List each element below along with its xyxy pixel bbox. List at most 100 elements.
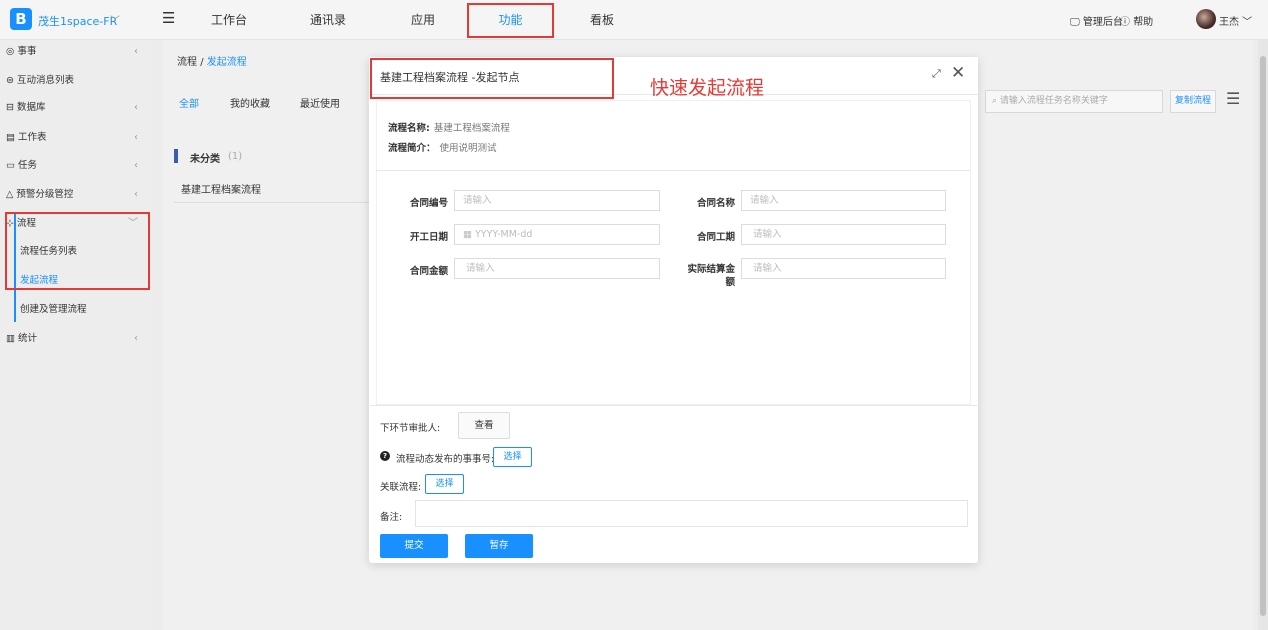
note-label: 备注: xyxy=(380,512,403,523)
start-date-label: 开工日期 xyxy=(409,232,448,243)
tab-favorites[interactable]: 我的收藏 xyxy=(230,95,270,110)
breadcrumb: 流程 / 发起流程 xyxy=(177,53,247,68)
breadcrumb-root[interactable]: 流程 xyxy=(177,57,197,68)
label-line: 实际结算金 xyxy=(687,264,735,275)
message-icon: ⊜ xyxy=(6,75,17,86)
sidebar-item-stats[interactable]: ▥ 统计 ‹ xyxy=(0,327,150,356)
contract-amount-input[interactable]: 请输入 xyxy=(454,258,660,279)
question-circle-icon: ⓘ xyxy=(1120,17,1134,28)
contract-no-input[interactable]: 请输入 xyxy=(454,190,660,211)
chevron-left-icon: ‹ xyxy=(134,132,138,143)
sidebar-item-label: 数据库 xyxy=(16,102,46,113)
view-approver-button[interactable]: 查看 xyxy=(458,412,510,439)
contract-period-input[interactable]: 请输入 xyxy=(741,224,946,245)
events-icon: ◎ xyxy=(6,46,18,57)
copy-process-button[interactable]: 复制流程 xyxy=(1170,90,1216,113)
sidebar-item-manage-process[interactable]: 创建及管理流程 xyxy=(0,298,150,327)
annotation-text: 快速发起流程 xyxy=(650,77,765,99)
select-event-button[interactable]: 选择 xyxy=(493,447,532,467)
category-count: (1) xyxy=(228,151,243,162)
search-placeholder: 请输入流程任务名称关键字 xyxy=(999,96,1108,106)
select-related-button[interactable]: 选择 xyxy=(425,474,464,494)
admin-link[interactable]: 🖵 管理后台 xyxy=(1070,13,1123,28)
sidebar-item-messages[interactable]: ⊜ 互动消息列表 xyxy=(0,69,150,98)
task-icon: ▭ xyxy=(6,160,18,171)
close-icon[interactable]: ✕ xyxy=(951,63,965,83)
nav-board[interactable]: 看板 xyxy=(590,11,614,28)
menu-toggle-icon[interactable]: ☰ xyxy=(162,9,175,27)
start-date-picker[interactable]: ▦ YYYY-MM-dd xyxy=(454,224,660,245)
settlement-amount-label: 实际结算金额 xyxy=(675,263,735,289)
nav-workbench[interactable]: 工作台 xyxy=(211,11,247,28)
avatar[interactable] xyxy=(1196,9,1216,29)
breadcrumb-sep: / xyxy=(200,57,204,68)
expand-icon[interactable]: ⤢ xyxy=(932,67,941,81)
user-name: 王杰 xyxy=(1219,17,1239,28)
date-placeholder: YYYY-MM-dd xyxy=(475,229,533,240)
note-input[interactable] xyxy=(415,500,968,527)
category-title: 未分类 xyxy=(190,154,220,165)
divider xyxy=(174,202,374,203)
search-input[interactable]: ⌕ 请输入流程任务名称关键字 xyxy=(985,90,1163,113)
user-menu[interactable]: 王杰 ﹀ xyxy=(1219,13,1252,28)
sidebar-item-label: 创建及管理流程 xyxy=(20,304,87,315)
process-name-info: 流程名称: 基建工程档案流程 xyxy=(388,120,510,134)
label-line: 额 xyxy=(725,277,735,288)
chevron-left-icon: ‹ xyxy=(134,189,138,200)
highlight-box xyxy=(370,58,614,99)
contract-name-label: 合同名称 xyxy=(696,198,735,209)
sidebar-item-tasks[interactable]: ▭ 任务 ‹ xyxy=(0,154,150,183)
process-desc-key: 流程简介： xyxy=(388,143,436,154)
chart-icon: ▥ xyxy=(6,333,18,344)
tab-all[interactable]: 全部 xyxy=(179,95,199,110)
app-logo[interactable]: B xyxy=(10,8,32,30)
nav-functions-highlight[interactable]: 功能 xyxy=(467,3,554,38)
chevron-left-icon: ‹ xyxy=(134,333,138,344)
nav-apps[interactable]: 应用 xyxy=(411,11,435,28)
nav-functions[interactable]: 功能 xyxy=(469,5,552,36)
monitor-icon: 🖵 xyxy=(1070,17,1083,28)
process-desc-value: 使用说明测试 xyxy=(439,143,497,154)
sidebar-item-worksheet[interactable]: ▤ 工作表 ‹ xyxy=(0,126,150,155)
related-process-label: 关联流程: xyxy=(380,482,422,493)
divider xyxy=(370,405,977,406)
sidebar-item-label: 预警分级管控 xyxy=(16,189,74,200)
worksheet-icon: ▤ xyxy=(6,132,18,143)
chevron-left-icon: ‹ xyxy=(134,46,138,57)
help-link[interactable]: ⓘ 帮助 xyxy=(1120,13,1153,28)
sidebar-item-database[interactable]: ⊟ 数据库 ‹ xyxy=(0,96,150,125)
nav-contacts[interactable]: 通讯录 xyxy=(310,11,346,28)
process-name-key: 流程名称: xyxy=(388,123,430,134)
category-marker xyxy=(174,149,178,163)
admin-label: 管理后台 xyxy=(1082,17,1123,28)
question-icon[interactable]: ? xyxy=(380,451,390,461)
list-view-icon[interactable]: ☰ xyxy=(1226,89,1240,108)
highlight-box xyxy=(5,212,150,290)
contract-amount-label: 合同金额 xyxy=(409,266,448,277)
sidebar-item-label: 任务 xyxy=(18,160,38,171)
sidebar-item-label: 互动消息列表 xyxy=(16,75,74,86)
save-draft-button[interactable]: 暂存 xyxy=(465,534,533,558)
process-desc-info: 流程简介： 使用说明测试 xyxy=(388,140,497,154)
next-approver-label: 下环节审批人: xyxy=(380,423,441,434)
chevron-left-icon: ‹ xyxy=(134,160,138,171)
settlement-amount-input[interactable]: 请输入 xyxy=(741,258,946,279)
contract-no-label: 合同编号 xyxy=(409,198,448,209)
contract-period-label: 合同工期 xyxy=(696,232,735,243)
submit-button[interactable]: 提交 xyxy=(380,534,448,558)
search-icon: ⌕ xyxy=(992,96,1000,106)
help-label: 帮助 xyxy=(1133,17,1154,28)
dynamic-event-label: 流程动态发布的事事号: xyxy=(396,454,495,465)
calendar-icon: ▦ xyxy=(463,229,475,240)
chevron-down-icon[interactable]: ﹀ xyxy=(110,12,120,27)
sidebar-item-events[interactable]: ◎ 事事 ‹ xyxy=(0,40,150,69)
org-switcher[interactable]: 茂生1space-FR xyxy=(38,13,117,29)
sidebar-item-warning[interactable]: △ 预警分级管控 ‹ xyxy=(0,183,150,212)
process-name-value: 基建工程档案流程 xyxy=(433,123,510,134)
scrollbar-thumb[interactable] xyxy=(1260,56,1266,616)
chevron-left-icon: ‹ xyxy=(134,102,138,113)
tab-recent[interactable]: 最近使用 xyxy=(300,95,340,110)
list-item[interactable]: 基建工程档案流程 xyxy=(181,181,261,196)
sidebar-item-label: 统计 xyxy=(18,333,38,344)
contract-name-input[interactable]: 请输入 xyxy=(741,190,946,211)
